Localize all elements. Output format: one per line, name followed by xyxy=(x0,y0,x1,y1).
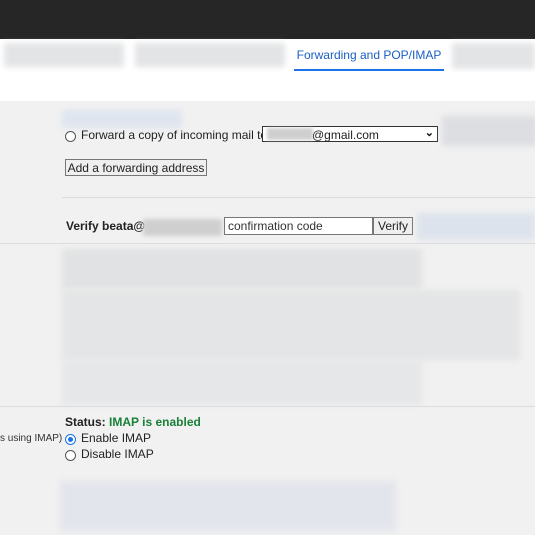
imap-status-value: IMAP is enabled xyxy=(109,415,201,429)
confirmation-code-input[interactable]: confirmation code xyxy=(224,217,373,235)
disable-imap-radio[interactable] xyxy=(65,450,76,461)
verify-label: Verify beata@ xyxy=(66,219,146,233)
settings-header-strip xyxy=(0,72,535,101)
pop-blurred-3 xyxy=(62,360,422,405)
tab-blurred-2[interactable] xyxy=(135,43,285,67)
enable-imap-label: Enable IMAP xyxy=(81,431,152,445)
pop-blurred-1 xyxy=(62,249,422,289)
divider xyxy=(62,197,535,198)
masked-address-part xyxy=(267,128,313,140)
confirmation-code-placeholder: confirmation code xyxy=(228,219,323,233)
tab-blurred-3[interactable] xyxy=(452,43,535,69)
section-divider xyxy=(0,243,535,244)
tab-forwarding-pop-imap[interactable]: Forwarding and POP/IMAP xyxy=(294,39,444,71)
imap-status-label: Status: xyxy=(65,415,106,429)
add-forwarding-address-button[interactable]: Add a forwarding address xyxy=(65,159,207,176)
forward-copy-label: Forward a copy of incoming mail to xyxy=(81,128,268,142)
imap-status: Status: IMAP is enabled xyxy=(65,415,201,429)
verify-button-label: Verify xyxy=(377,219,408,233)
verify-blurred-area xyxy=(417,213,535,240)
imap-side-label: s using IMAP) xyxy=(0,433,63,444)
tab-blurred-1[interactable] xyxy=(4,43,124,67)
enable-imap-radio[interactable] xyxy=(65,434,76,445)
forward-address-value: @gmail.com xyxy=(312,128,379,142)
forward-copy-radio[interactable] xyxy=(65,131,76,142)
pop-blurred-2 xyxy=(62,290,520,360)
section-divider-imap xyxy=(0,406,535,407)
forwarding-blurred-text xyxy=(62,110,182,128)
forward-action-blurred xyxy=(442,116,535,146)
forward-address-select[interactable]: @gmail.com ⌄ xyxy=(262,126,438,142)
add-forwarding-address-label: Add a forwarding address xyxy=(67,160,205,175)
tab-forwarding-pop-imap-label: Forwarding and POP/IMAP xyxy=(296,48,442,62)
app-top-bar xyxy=(0,0,535,39)
imap-blurred-bottom xyxy=(60,481,396,531)
masked-email-part xyxy=(143,219,222,236)
disable-imap-label: Disable IMAP xyxy=(81,447,154,461)
verify-button[interactable]: Verify xyxy=(373,217,413,235)
chevron-down-icon: ⌄ xyxy=(424,127,434,139)
